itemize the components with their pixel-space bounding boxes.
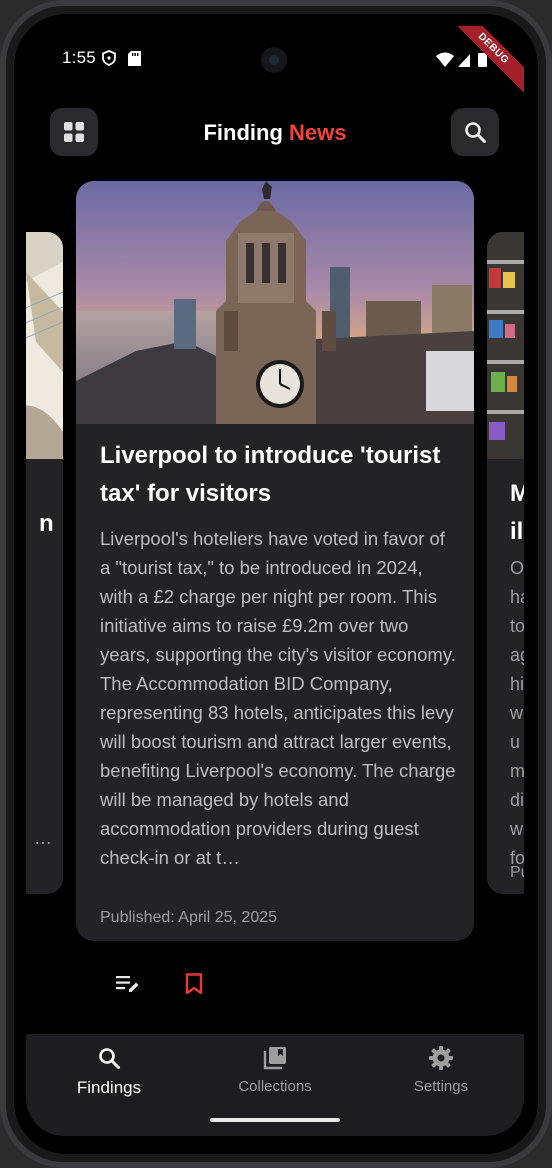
search-icon — [99, 1048, 120, 1069]
bookmark-button[interactable] — [180, 970, 208, 998]
card-image-liverpool — [76, 181, 474, 424]
app-title: Finding News — [26, 120, 524, 146]
front-camera — [261, 47, 287, 73]
gear-icon — [429, 1046, 453, 1070]
next-card-body-line: ag — [510, 645, 524, 665]
next-card-title-fragment-2: il — [510, 518, 524, 545]
next-card-body-line: hi — [510, 674, 524, 694]
previous-card-ellipsis: … — [34, 828, 52, 848]
nav-settings[interactable]: Settings — [358, 1034, 524, 1114]
news-card-next[interactable]: M il O ha to ag hi w u m di w fo Pu — [487, 232, 524, 894]
edit-notes-icon — [116, 976, 139, 992]
status-bar: 1:55 DEBUG — [26, 26, 524, 102]
sd-card-icon — [128, 51, 141, 66]
card-image-previous — [26, 232, 63, 459]
nav-collections-label: Collections — [238, 1078, 312, 1095]
shield-icon — [102, 50, 116, 66]
card-title: Liverpool to introduce 'tourist tax' for… — [100, 442, 441, 507]
next-card-body-line: u — [510, 732, 521, 752]
nav-collections[interactable]: Collections — [192, 1034, 358, 1114]
card-actions — [114, 970, 208, 998]
card-body: Liverpool's hoteliers have voted in favo… — [100, 528, 456, 868]
news-card[interactable]: Liverpool to introduce 'tourist tax' for… — [76, 181, 474, 941]
news-card-previous[interactable]: n … — [26, 232, 63, 894]
app-title-part1: Finding — [203, 120, 283, 145]
next-card-body-line: di — [510, 790, 524, 810]
search-button[interactable] — [451, 108, 499, 156]
app-screen: 1:55 DEBUG Finding News n … Liverpool to… — [26, 26, 524, 1136]
summarize-button[interactable] — [114, 970, 142, 998]
nav-settings-label: Settings — [413, 1078, 469, 1095]
next-card-body-line: m — [510, 761, 524, 781]
nav-findings[interactable]: Findings — [26, 1034, 192, 1114]
card-published-date: Published: April 25, 2025 — [100, 909, 278, 926]
next-card-body-line: w — [510, 819, 523, 839]
nav-findings-label: Findings — [76, 1078, 142, 1097]
status-time: 1:55 — [62, 48, 96, 67]
next-card-body-line: to — [510, 616, 524, 636]
card-image-next — [487, 232, 524, 459]
home-indicator[interactable] — [210, 1118, 340, 1122]
next-card-published-fragment: Pu — [510, 864, 524, 881]
app-title-part2: News — [289, 120, 347, 145]
next-card-title-fragment-1: M — [510, 480, 524, 507]
app-bar: Finding News — [26, 108, 524, 160]
next-card-body-line: O — [510, 558, 524, 578]
previous-card-title-fragment: n — [39, 510, 54, 537]
collections-icon — [263, 1047, 286, 1070]
next-card-body-line: ha — [510, 587, 524, 607]
bookmark-icon — [185, 973, 203, 995]
search-icon — [465, 122, 486, 143]
next-card-body-fragments: O ha to ag hi w u m di w fo — [510, 554, 524, 873]
next-card-body-line: w — [510, 703, 523, 723]
